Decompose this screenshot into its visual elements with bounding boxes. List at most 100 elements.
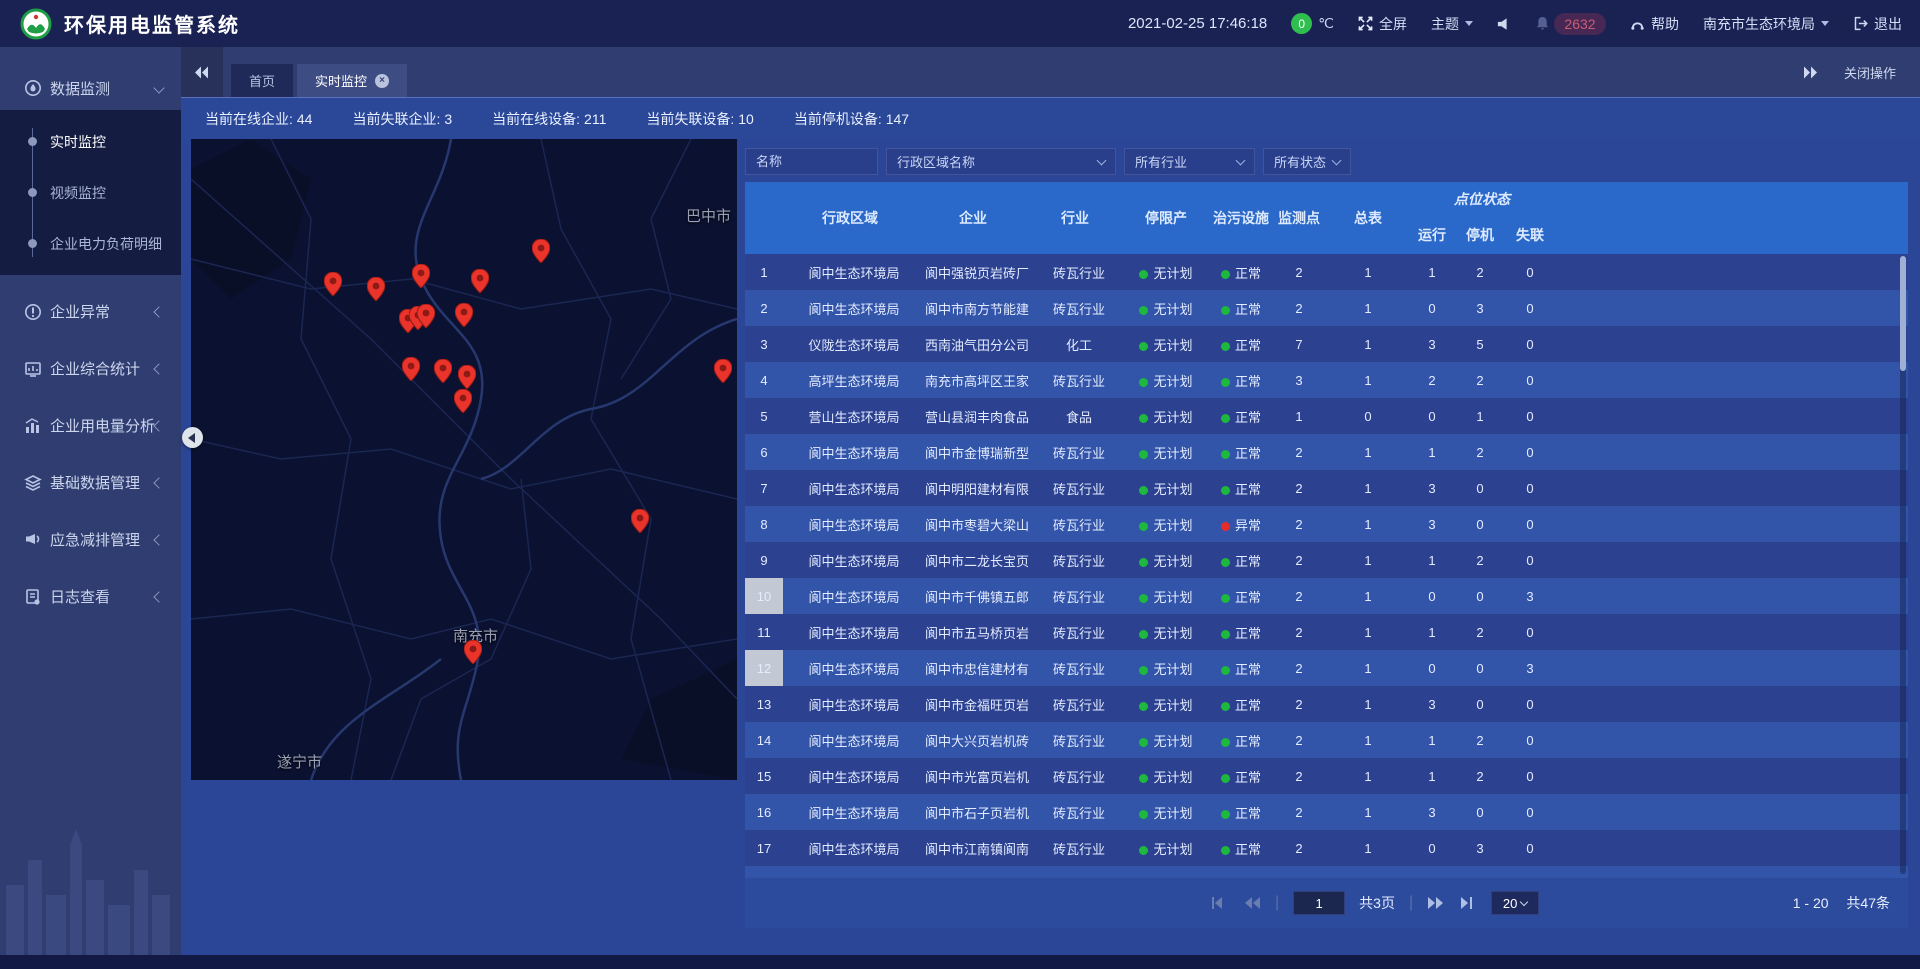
column-header: 企业 [917, 182, 1029, 254]
table-row[interactable]: 8阆中生态环境局阆中市枣碧大梁山页岩砖瓦行业无计划异常21300 [745, 506, 1908, 542]
table-row[interactable]: 6阆中生态环境局阆中市金博瑞新型墙材砖瓦行业无计划正常21120 [745, 434, 1908, 470]
sidebar-subitem-power-load-detail[interactable]: 企业电力负荷明细 [0, 218, 181, 269]
tab-home[interactable]: 首页 [231, 64, 293, 97]
cell-running: 0 [1409, 866, 1455, 878]
table-row[interactable]: 2阆中生态环境局阆中市南方节能建材有砖瓦行业无计划正常21030 [745, 290, 1908, 326]
status-value: 10 [738, 111, 754, 127]
table-row[interactable]: 12阆中生态环境局阆中市忠信建材有限公砖瓦行业无计划正常21003 [745, 650, 1908, 686]
map-marker-pin-icon[interactable] [412, 264, 430, 288]
map-marker-pin-icon[interactable] [458, 365, 476, 389]
table-scrollbar[interactable] [1900, 256, 1906, 874]
map-marker-pin-icon[interactable] [434, 359, 452, 383]
last-page-button[interactable] [1459, 896, 1477, 910]
region-filter-select[interactable]: 行政区域名称 [886, 148, 1116, 175]
sidebar-item-log-view[interactable]: 日志查看 [0, 568, 181, 625]
fullscreen-button[interactable]: 全屏 [1358, 14, 1407, 34]
map-marker-pin-icon[interactable] [455, 303, 473, 327]
cell-monitor-points: 2 [1271, 470, 1327, 506]
cell-lost: 0 [1505, 722, 1555, 758]
row-number: 14 [745, 722, 783, 758]
cell-total-meters: 1 [1327, 758, 1409, 794]
map-marker-pin-icon[interactable] [714, 359, 732, 383]
filter-bar: 行政区域名称 所有行业 所有状态 [745, 148, 1908, 175]
map-roads [191, 139, 737, 780]
map-marker-pin-icon[interactable] [324, 272, 342, 296]
double-chevron-right-icon[interactable] [1802, 66, 1818, 79]
map-marker-pin-icon[interactable] [464, 640, 482, 664]
next-page-button[interactable] [1427, 896, 1445, 910]
close-operations-button[interactable]: 关闭操作 [1844, 63, 1896, 82]
table-row[interactable]: 9阆中生态环境局阆中市二龙长宝页岩砖砖瓦行业无计划正常21120 [745, 542, 1908, 578]
cell-filler [1555, 470, 1908, 506]
table-row[interactable]: 17阆中生态环境局阆中市江南镇阆南页岩砖瓦行业无计划正常21030 [745, 830, 1908, 866]
map-marker-pin-icon[interactable] [471, 269, 489, 293]
sidebar-item-basic-data-management[interactable]: 基础数据管理 [0, 454, 181, 511]
sidebar-subitem-video-monitoring[interactable]: 视频监控 [0, 167, 181, 218]
cell-region: 仪陇生态环境局 [783, 326, 917, 362]
sidebar-item-emergency-reduction[interactable]: 应急减排管理 [0, 511, 181, 568]
pagination-bar: | 共3页 | 20 1 - 20 共47条 [745, 878, 1908, 928]
help-button[interactable]: 帮助 [1630, 14, 1679, 34]
map-marker-pin-icon[interactable] [417, 304, 435, 328]
status-filter-select[interactable]: 所有状态 [1263, 148, 1351, 175]
sidebar-item-enterprise-power-analysis[interactable]: 企业用电量分析 [0, 397, 181, 454]
table-row[interactable]: 13阆中生态环境局阆中市金福旺页岩机砖砖瓦行业无计划正常21300 [745, 686, 1908, 722]
tab-realtime-label: 实时监控 [315, 71, 367, 90]
table-row[interactable]: 3仪陇生态环境局西南油气田分公司川中化工无计划正常71350 [745, 326, 1908, 362]
status-dot-icon [1139, 450, 1148, 459]
cell-production-limit: 无计划 [1121, 542, 1211, 578]
map-marker-pin-icon[interactable] [631, 509, 649, 533]
page-number-input[interactable] [1293, 891, 1345, 915]
cell-stopped: 1 [1455, 398, 1505, 434]
name-filter-input[interactable] [745, 148, 878, 175]
cell-total-meters: 1 [1327, 650, 1409, 686]
table-row[interactable]: 11阆中生态环境局阆中市五马桥页岩机砖砖瓦行业无计划正常21120 [745, 614, 1908, 650]
table-row[interactable]: 7阆中生态环境局阆中明阳建材有限公司砖瓦行业无计划正常21300 [745, 470, 1908, 506]
theme-dropdown[interactable]: 主题 [1431, 14, 1473, 34]
layers-icon [24, 474, 42, 492]
previous-page-button[interactable] [1243, 896, 1261, 910]
cell-industry: 砖瓦行业 [1029, 614, 1121, 650]
logout-button[interactable]: 退出 [1853, 14, 1902, 34]
table-scrollbar-thumb[interactable] [1900, 256, 1906, 371]
tabs-scroll-left-button[interactable] [181, 47, 223, 97]
cell-stopped: 3 [1455, 290, 1505, 326]
cell-pollution-facility: 正常 [1211, 866, 1271, 878]
cell-industry: 化工 [1029, 326, 1121, 362]
table-row[interactable]: 15阆中生态环境局阆中市光富页岩机砖厂砖瓦行业无计划正常21120 [745, 758, 1908, 794]
map-collapse-button[interactable] [182, 427, 203, 448]
tab-close-icon[interactable]: × [375, 74, 389, 88]
map-marker-pin-icon[interactable] [454, 389, 472, 413]
tab-realtime-monitoring[interactable]: 实时监控 × [297, 64, 407, 97]
table-row[interactable]: 5营山生态环境局营山县润丰肉食品有限食品无计划正常10010 [745, 398, 1908, 434]
table-row[interactable]: 4高坪生态环境局南充市高坪区王家店建砖瓦行业无计划正常31220 [745, 362, 1908, 398]
first-page-button[interactable] [1211, 896, 1229, 910]
sidebar-item-enterprise-statistics[interactable]: 企业综合统计 [0, 340, 181, 397]
page-size-select[interactable]: 20 [1491, 891, 1539, 915]
table-row[interactable]: 1阆中生态环境局阆中强锐页岩砖厂砖瓦行业无计划正常21120 [745, 254, 1908, 290]
table-row[interactable]: 18南部生态环境局南部县双佛山页岩砖厂砖瓦行业无计划正常21030 [745, 866, 1908, 878]
map-marker-pin-icon[interactable] [367, 277, 385, 301]
table-row[interactable]: 16阆中生态环境局阆中市石子页岩机砖厂砖瓦行业无计划正常21300 [745, 794, 1908, 830]
bottom-edge [0, 955, 1920, 969]
sidebar-subitem-realtime-monitoring[interactable]: 实时监控 [0, 116, 181, 167]
cell-industry: 砖瓦行业 [1029, 758, 1121, 794]
organization-dropdown[interactable]: 南充市生态环境局 [1703, 14, 1829, 34]
sidebar-item-enterprise-abnormal[interactable]: 企业异常 [0, 283, 181, 340]
status-dot-icon [1221, 270, 1230, 279]
cell-production-limit: 无计划 [1121, 326, 1211, 362]
map-panel[interactable]: 巴中市南充市遂宁市 [191, 139, 737, 780]
sidebar-item-data-monitoring[interactable]: 数据监测 [0, 66, 181, 110]
row-number: 18 [745, 866, 783, 878]
cell-running: 3 [1409, 326, 1455, 362]
cell-monitor-points: 2 [1271, 542, 1327, 578]
table-row[interactable]: 14阆中生态环境局阆中大兴页岩机砖厂砖瓦行业无计划正常21120 [745, 722, 1908, 758]
limit-label: 无计划 [1153, 302, 1192, 317]
industry-filter-select[interactable]: 所有行业 [1124, 148, 1255, 175]
speaker-icon[interactable] [1497, 17, 1511, 31]
table-row[interactable]: 10阆中生态环境局阆中市千佛镇五郎垭页岩砖瓦行业无计划正常21003 [745, 578, 1908, 614]
limit-label: 无计划 [1153, 482, 1192, 497]
map-marker-pin-icon[interactable] [532, 239, 550, 263]
notifications[interactable]: 2632 [1535, 13, 1606, 35]
map-marker-pin-icon[interactable] [402, 357, 420, 381]
